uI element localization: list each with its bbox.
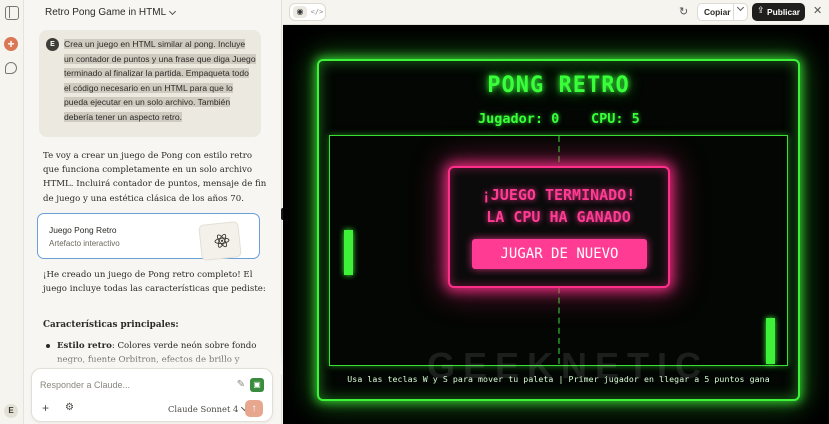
artifact-card-subtitle: Artefacto interactivo: [49, 239, 120, 248]
user-message-text: Crea un juego en HTML similar al pong. I…: [64, 39, 256, 122]
reply-input[interactable]: Responder a Claude...: [40, 380, 130, 390]
copy-label: Copiar: [704, 7, 731, 17]
view-toggle[interactable]: ◉ </>: [289, 3, 326, 21]
code-icon[interactable]: </>: [310, 6, 324, 18]
assistant-intro: Te voy a crear un juego de Pong con esti…: [43, 151, 267, 204]
chats-icon[interactable]: [5, 62, 17, 74]
game-court[interactable]: ¡JUEGO TERMINADO! LA CPU HA GANADO JUGAR…: [329, 135, 788, 366]
game-over-dialog: ¡JUEGO TERMINADO! LA CPU HA GANADO JUGAR…: [448, 166, 670, 288]
cpu-paddle: [766, 318, 775, 364]
watermark: GEEKNETIC: [427, 345, 710, 386]
publish-label: Publicar: [767, 7, 801, 17]
conversation-title[interactable]: Retro Pong Game in HTML: [45, 7, 177, 18]
game-title: PONG RETRO: [487, 73, 630, 98]
add-attachment-icon[interactable]: +: [42, 402, 49, 414]
bullet-icon: [46, 344, 50, 348]
sliders-icon[interactable]: ⚙: [65, 402, 74, 414]
preview-eye-icon[interactable]: ◉: [293, 6, 307, 18]
artifact-header: ◉ </> ↻ Copiar ⇪ Publicar ✕: [283, 0, 829, 25]
sidebar-toggle-icon[interactable]: [5, 6, 19, 20]
game-over-subtitle: LA CPU HA GANADO: [486, 208, 631, 226]
artifact-thumbnail: [198, 221, 242, 261]
player-paddle: [344, 230, 353, 275]
chat-panel: Retro Pong Game in HTML E Crea un juego …: [24, 0, 282, 424]
features-heading: Características principales:: [43, 320, 179, 330]
pen-icon[interactable]: ✎: [235, 379, 247, 391]
artifact-preview: PONG RETRO Jugador: 0 CPU: 5 ¡JUEGO TERM…: [283, 25, 829, 424]
chevron-down-icon: [169, 7, 177, 15]
copy-button[interactable]: Copiar: [697, 3, 748, 21]
left-rail: + E: [0, 0, 24, 424]
new-chat-icon[interactable]: +: [4, 37, 18, 51]
copy-divider: [733, 4, 734, 20]
message-composer[interactable]: Responder a Claude... ✎ ▣ + ⚙ Claude Son…: [31, 368, 273, 422]
cpu-score: CPU: 5: [591, 111, 640, 127]
artifact-card-title: Juego Pong Retro: [49, 225, 117, 235]
assistant-followup: ¡He creado un juego de Pong retro comple…: [43, 270, 266, 295]
user-avatar[interactable]: E: [4, 404, 18, 418]
conversation-title-text: Retro Pong Game in HTML: [45, 7, 167, 18]
player-score: Jugador: 0: [478, 111, 560, 127]
artifact-card[interactable]: Juego Pong Retro Artefacto interactivo: [37, 213, 260, 261]
upload-icon: ⇪: [757, 5, 765, 15]
close-icon[interactable]: ✕: [813, 4, 822, 18]
user-message-avatar: E: [46, 38, 59, 51]
model-name: Claude Sonnet 4: [168, 404, 239, 414]
chevron-down-icon[interactable]: [736, 3, 745, 12]
play-again-button[interactable]: JUGAR DE NUEVO: [472, 239, 647, 269]
game-over-title: ¡JUEGO TERMINADO!: [481, 186, 636, 204]
atom-icon: [214, 233, 230, 248]
refresh-icon[interactable]: ↻: [679, 5, 688, 19]
publish-button[interactable]: ⇪ Publicar: [752, 3, 805, 21]
user-message: E Crea un juego en HTML similar al pong.…: [39, 30, 261, 137]
extension-icon[interactable]: ▣: [250, 378, 264, 392]
model-selector[interactable]: Claude Sonnet 4: [168, 403, 249, 414]
send-button[interactable]: ↑: [245, 400, 263, 417]
